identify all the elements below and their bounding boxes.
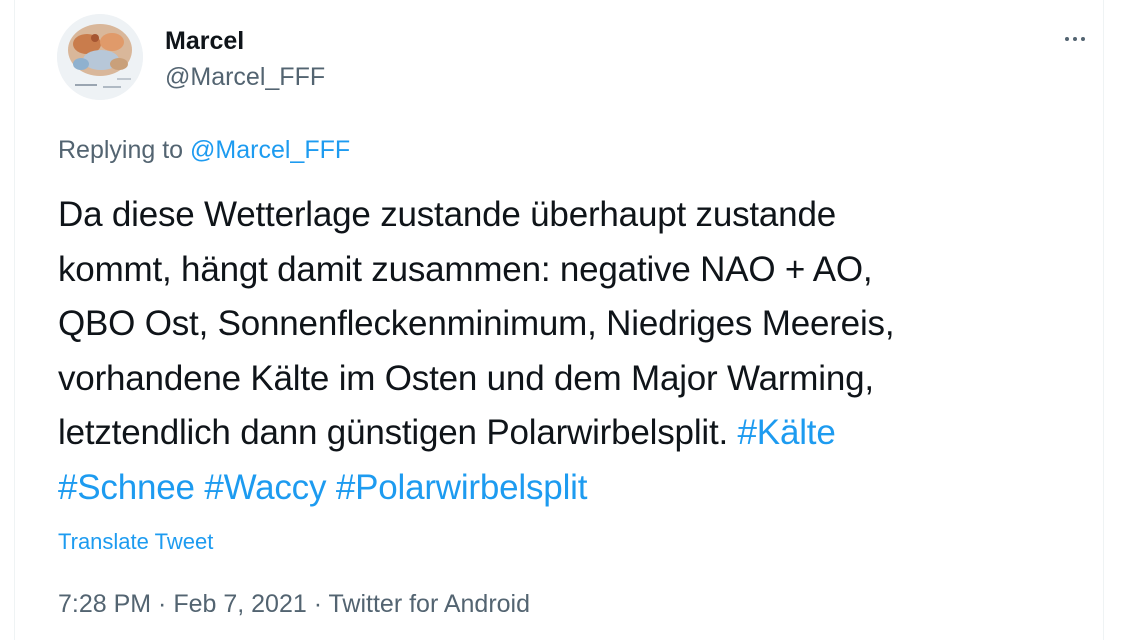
- more-options-button[interactable]: [1055, 26, 1095, 52]
- tweet-card: Marcel @Marcel_FFF Replying to @Marcel_F…: [14, 0, 1104, 640]
- avatar-map-icon: [57, 14, 143, 100]
- more-horizontal-icon: [1081, 37, 1085, 41]
- tweet-text-line: vorhandene Kälte im Osten und dem Major …: [58, 358, 874, 398]
- hashtag-link-kaelte[interactable]: #Kälte: [738, 413, 836, 452]
- more-horizontal-icon: [1065, 37, 1069, 41]
- hashtag-line: #Schnee #Waccy #Polarwirbelsplit: [58, 461, 1088, 516]
- replying-to-label: Replying to: [58, 136, 191, 164]
- more-horizontal-icon: [1073, 37, 1077, 41]
- tweet-text-segment: letztendlich dann günstigen Polarwirbels…: [58, 413, 738, 452]
- user-handle[interactable]: @Marcel_FFF: [165, 62, 325, 92]
- tweet-source-link[interactable]: Twitter for Android: [329, 590, 530, 618]
- reply-mention-link[interactable]: @Marcel_FFF: [190, 136, 350, 164]
- hashtag-link-waccy[interactable]: #Waccy: [204, 468, 326, 507]
- tweet-text-line: QBO Ost, Sonnenfleckenminimum, Niedriges…: [58, 304, 895, 343]
- tweet-text: Da diese Wetterlage zustande überhaupt z…: [58, 188, 1088, 515]
- hashtag-link-schnee[interactable]: #Schnee: [58, 468, 195, 507]
- tweet-date-link[interactable]: Feb 7, 2021: [173, 590, 306, 618]
- meta-separator: ·: [151, 590, 174, 618]
- meta-separator: ·: [306, 590, 329, 618]
- tweet-text-line: kommt, hängt damit zusammen: negative NA…: [58, 249, 873, 289]
- tweet-time-link[interactable]: 7:28 PM: [58, 590, 151, 618]
- display-name[interactable]: Marcel: [165, 26, 244, 56]
- translate-tweet-link[interactable]: Translate Tweet: [58, 528, 213, 556]
- replying-to: Replying to @Marcel_FFF: [58, 135, 350, 165]
- hashtag-link-polarwirbelsplit[interactable]: #Polarwirbelsplit: [336, 468, 588, 507]
- tweet-text-line: Da diese Wetterlage zustande überhaupt z…: [58, 195, 836, 234]
- avatar[interactable]: [57, 14, 143, 100]
- tweet-metadata: 7:28 PM · Feb 7, 2021 · Twitter for Andr…: [58, 589, 530, 619]
- tweet-text-line-with-hashtag: letztendlich dann günstigen Polarwirbels…: [58, 406, 1088, 461]
